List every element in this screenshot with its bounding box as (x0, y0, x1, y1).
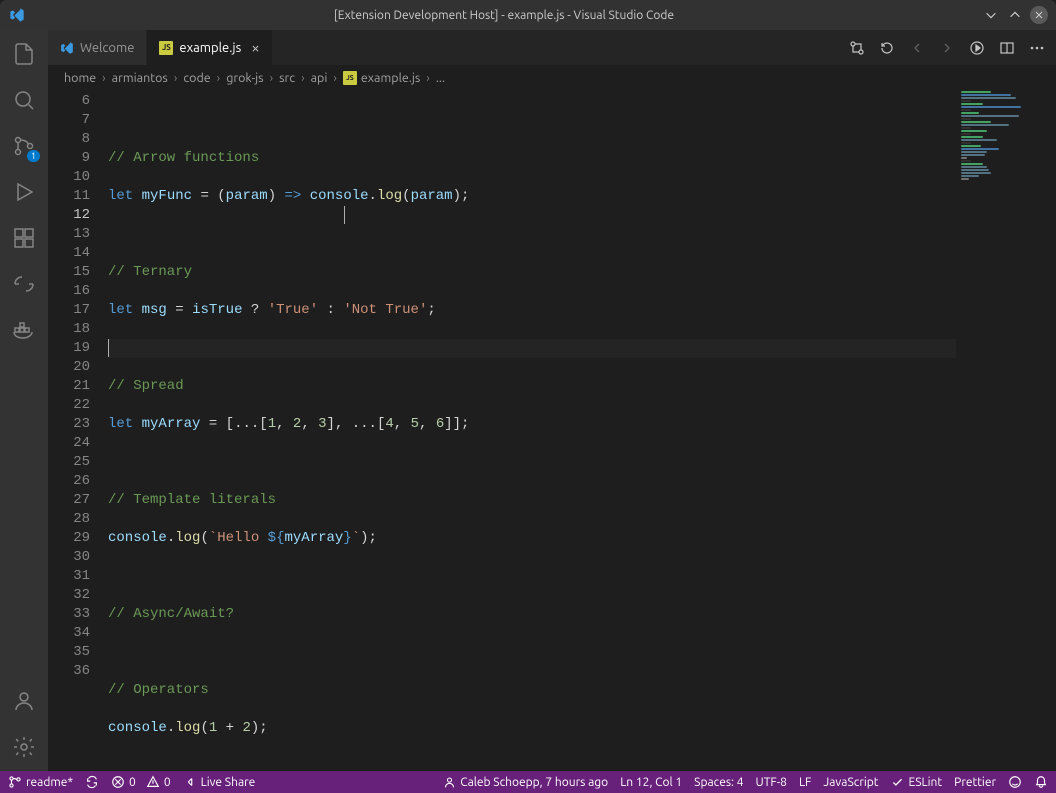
person-icon (442, 775, 456, 789)
extensions-icon[interactable] (10, 224, 38, 252)
run-icon[interactable] (968, 39, 986, 57)
remote-icon[interactable] (10, 270, 38, 298)
chevron-up-icon[interactable] (1006, 6, 1024, 24)
close-icon[interactable] (1030, 6, 1048, 24)
tab-label: example.js (179, 41, 241, 55)
prettier-status[interactable]: Prettier (954, 776, 996, 789)
feedback-icon[interactable] (1008, 775, 1022, 789)
tab-bar: Welcome JS example.js × (48, 30, 1056, 65)
line-gutter: 6789101112131415161718192021222324252627… (48, 91, 108, 771)
chevron-right-icon: › (331, 71, 339, 85)
breadcrumb-segment[interactable]: grok-js (226, 71, 263, 85)
close-icon[interactable]: × (251, 39, 259, 56)
source-control-icon[interactable]: 1 (10, 132, 38, 160)
debug-icon[interactable] (10, 178, 38, 206)
sync-icon (85, 775, 99, 789)
indentation[interactable]: Spaces: 4 (694, 776, 743, 789)
activity-bar: 1 (0, 30, 48, 771)
breadcrumb-segment[interactable]: api (311, 71, 328, 85)
cursor-position[interactable]: Ln 12, Col 1 (620, 776, 682, 789)
language-mode[interactable]: JavaScript (823, 776, 878, 789)
breadcrumb-segment[interactable]: home (64, 71, 96, 85)
vscode-icon (60, 41, 74, 55)
encoding[interactable]: UTF-8 (756, 776, 787, 789)
status-bar: readme* 0 0 Live Share Caleb Schoepp, 7 … (0, 771, 1056, 793)
check-icon (891, 775, 905, 789)
tab-welcome[interactable]: Welcome (48, 30, 147, 65)
git-blame[interactable]: Caleb Schoepp, 7 hours ago (442, 775, 608, 789)
js-file-icon: JS (159, 41, 173, 55)
vscode-icon (8, 6, 26, 24)
split-editor-icon[interactable] (998, 39, 1016, 57)
breadcrumb-segment[interactable]: src (279, 71, 295, 85)
scm-badge: 1 (27, 150, 40, 162)
eol[interactable]: LF (799, 776, 811, 789)
editor-area: Welcome JS example.js × home › armiantos ›… (48, 30, 1056, 771)
text-cursor (344, 206, 345, 224)
js-file-icon: JS (343, 71, 357, 85)
compare-icon[interactable] (848, 39, 866, 57)
eslint-status[interactable]: ESLint (891, 775, 943, 789)
warning-icon (146, 775, 160, 789)
chevron-right-icon: › (424, 71, 432, 85)
git-branch-icon (8, 775, 22, 789)
live-share[interactable]: Live Share (183, 775, 256, 789)
sync-button[interactable] (85, 775, 99, 789)
problems-errors[interactable]: 0 0 (111, 775, 171, 789)
code-content[interactable]: // Arrow functions let myFunc = (param) … (108, 91, 1056, 771)
chevron-right-icon: › (172, 71, 180, 85)
tab-example-js[interactable]: JS example.js × (147, 30, 272, 65)
breadcrumb-symbol[interactable]: ... (436, 71, 445, 85)
live-share-icon (183, 775, 197, 789)
chevron-right-icon: › (299, 71, 307, 85)
window-title: [Extension Development Host] - example.j… (26, 9, 982, 22)
minimap[interactable] (956, 91, 1056, 771)
code-editor[interactable]: 6789101112131415161718192021222324252627… (48, 91, 1056, 771)
chevron-down-icon[interactable] (982, 6, 1000, 24)
titlebar: [Extension Development Host] - example.j… (0, 0, 1056, 30)
next-change-icon[interactable] (938, 39, 956, 57)
breadcrumb-file[interactable]: example.js (361, 71, 420, 85)
error-icon (111, 775, 125, 789)
git-branch[interactable]: readme* (8, 775, 73, 789)
more-icon[interactable] (1028, 39, 1046, 57)
breadcrumb-segment[interactable]: code (183, 71, 210, 85)
revert-icon[interactable] (878, 39, 896, 57)
breadcrumb-segment[interactable]: armiantos (112, 71, 168, 85)
breadcrumb[interactable]: home› armiantos› code› grok-js› src› api… (48, 65, 1056, 91)
docker-icon[interactable] (10, 316, 38, 344)
accounts-icon[interactable] (10, 687, 38, 715)
editor-actions (838, 30, 1056, 65)
tab-label: Welcome (80, 41, 134, 55)
chevron-right-icon: › (100, 71, 108, 85)
prev-change-icon[interactable] (908, 39, 926, 57)
search-icon[interactable] (10, 86, 38, 114)
chevron-right-icon: › (268, 71, 276, 85)
settings-gear-icon[interactable] (10, 733, 38, 761)
chevron-right-icon: › (215, 71, 223, 85)
notifications-icon[interactable] (1034, 775, 1048, 789)
explorer-icon[interactable] (10, 40, 38, 68)
